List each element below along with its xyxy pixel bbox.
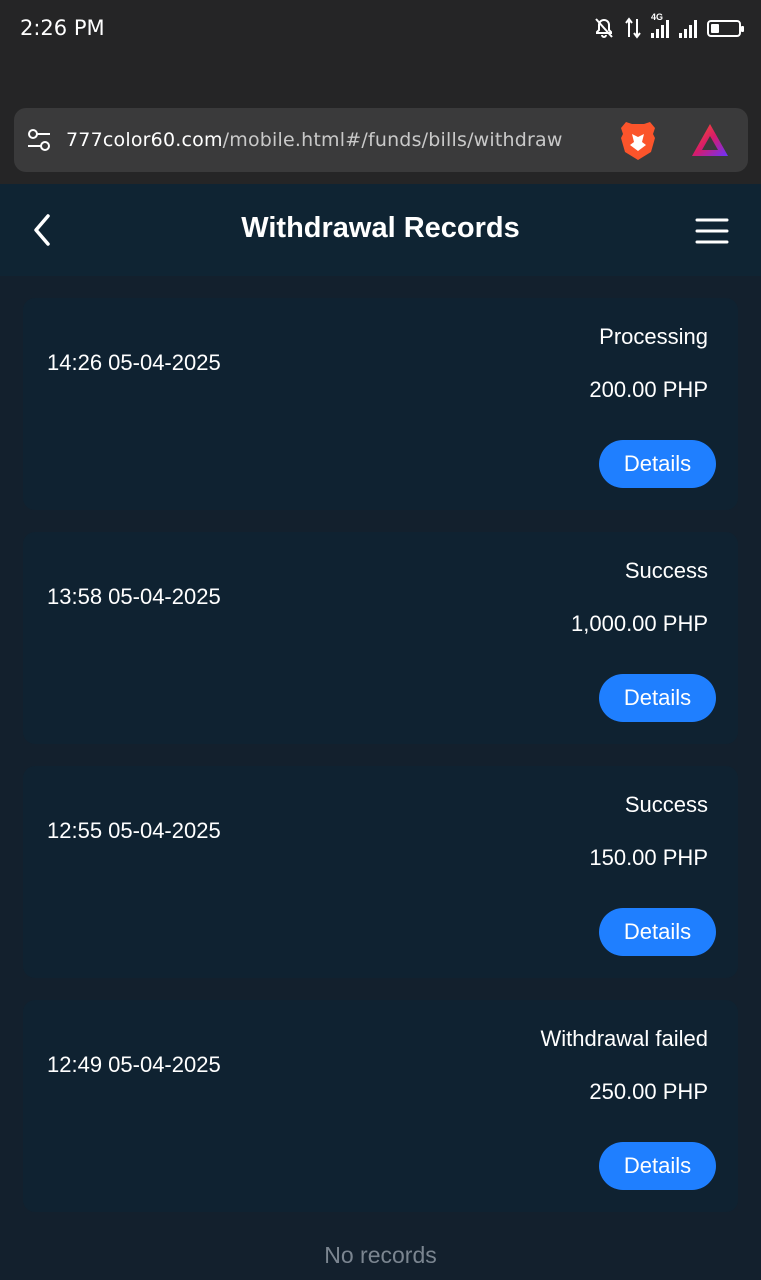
record-card: 13:58 05-04-2025 Success 1,000.00 PHP De… (23, 532, 738, 744)
record-datetime: 14:26 05-04-2025 (47, 350, 221, 375)
withdrawal-records-list: 14:26 05-04-2025 Processing 200.00 PHP D… (23, 298, 738, 1234)
record-card: 12:55 05-04-2025 Success 150.00 PHP Deta… (23, 766, 738, 978)
hamburger-menu-icon[interactable] (695, 216, 729, 246)
brave-shields-icon[interactable] (618, 118, 658, 162)
data-transfer-icon (625, 17, 641, 39)
address-bar[interactable]: 777color60.com/mobile.html#/funds/bills/… (14, 108, 748, 172)
brave-rewards-icon[interactable] (690, 122, 730, 158)
record-status: Processing (599, 324, 708, 349)
record-datetime: 12:55 05-04-2025 (47, 818, 221, 843)
record-datetime: 13:58 05-04-2025 (47, 584, 221, 609)
mute-notifications-icon (595, 18, 613, 38)
record-card: 12:49 05-04-2025 Withdrawal failed 250.0… (23, 1000, 738, 1212)
page-title: Withdrawal Records (241, 212, 520, 244)
battery-icon (707, 19, 744, 37)
site-settings-icon[interactable] (26, 127, 52, 153)
details-button[interactable]: Details (599, 908, 716, 956)
no-records-text: No records (324, 1242, 437, 1268)
record-amount: 250.00 PHP (589, 1079, 708, 1104)
status-time: 2:26 PM (20, 16, 105, 40)
app-header: Withdrawal Records (0, 184, 761, 276)
network-label: 4G (651, 12, 664, 22)
record-amount: 150.00 PHP (589, 845, 708, 870)
url-text[interactable]: 777color60.com/mobile.html#/funds/bills/… (66, 129, 563, 151)
details-button[interactable]: Details (599, 1142, 716, 1190)
url-path: /mobile.html#/funds/bills/withdraw (222, 129, 563, 151)
details-button[interactable]: Details (599, 440, 716, 488)
record-datetime: 12:49 05-04-2025 (47, 1052, 221, 1077)
url-domain: 777color60.com (66, 129, 223, 151)
record-status: Success (624, 558, 708, 583)
status-icons: 4G (593, 12, 744, 42)
record-card: 14:26 05-04-2025 Processing 200.00 PHP D… (23, 298, 738, 510)
signal-icon-2 (679, 18, 697, 38)
record-status: Withdrawal failed (540, 1026, 708, 1051)
record-amount: 200.00 PHP (589, 377, 708, 402)
browser-chrome: 2:26 PM 4G 777color60.com/mobile.html#/f… (0, 0, 761, 184)
signal-icon: 4G (651, 12, 669, 38)
details-button[interactable]: Details (599, 674, 716, 722)
record-amount: 1,000.00 PHP (571, 611, 708, 636)
record-status: Success (624, 792, 708, 817)
